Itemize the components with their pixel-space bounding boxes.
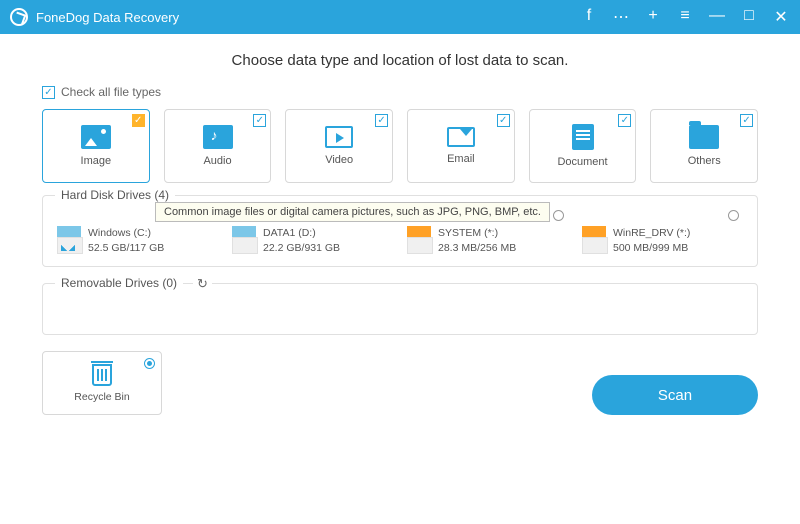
trash-icon <box>92 364 112 386</box>
close-icon[interactable]: ✕ <box>772 7 790 27</box>
type-label: Video <box>325 154 353 166</box>
maximize-icon[interactable]: □ <box>740 7 758 27</box>
titlebar: FoneDog Data Recovery f ⋯ + ≡ — □ ✕ <box>0 0 800 34</box>
recycle-label: Recycle Bin <box>74 391 129 403</box>
drive-text: SYSTEM (*:)28.3 MB/256 MB <box>438 226 516 256</box>
image-icon <box>81 125 111 149</box>
add-icon[interactable]: + <box>644 7 662 27</box>
menu-icon[interactable]: ≡ <box>676 7 694 27</box>
hdd-section-title: Hard Disk Drives (4) <box>55 188 175 202</box>
type-checkbox[interactable]: ✓ <box>253 114 266 127</box>
feedback-icon[interactable]: ⋯ <box>612 7 630 27</box>
type-card-video[interactable]: ✓ Video <box>285 109 393 183</box>
drive-radio[interactable] <box>728 210 739 221</box>
app-title: FoneDog Data Recovery <box>36 10 580 25</box>
removable-section: Removable Drives (0) ↻ <box>42 283 758 335</box>
disk-icon <box>407 226 431 252</box>
type-label: Email <box>447 153 475 165</box>
drive-text: WinRE_DRV (*:)500 MB/999 MB <box>613 226 690 256</box>
type-card-image[interactable]: ✓ Image <box>42 109 150 183</box>
scan-button[interactable]: Scan <box>592 375 758 415</box>
page-heading: Choose data type and location of lost da… <box>42 52 758 69</box>
app-logo-icon <box>10 8 28 26</box>
drive-text: Windows (C:)52.5 GB/117 GB <box>88 226 164 256</box>
doc-icon <box>572 124 594 150</box>
recycle-bin-card[interactable]: Recycle Bin <box>42 351 162 415</box>
minimize-icon[interactable]: — <box>708 7 726 27</box>
video-icon <box>325 126 353 148</box>
check-all-label: Check all file types <box>61 85 161 99</box>
type-card-email[interactable]: ✓ Email <box>407 109 515 183</box>
type-label: Image <box>81 155 112 167</box>
type-card-doc[interactable]: ✓ Document <box>529 109 637 183</box>
refresh-icon[interactable]: ↻ <box>193 276 212 292</box>
disk-icon <box>232 226 256 252</box>
type-card-folder[interactable]: ✓ Others <box>650 109 758 183</box>
check-all-checkbox[interactable]: ✓ <box>42 86 55 99</box>
type-checkbox[interactable]: ✓ <box>375 114 388 127</box>
recycle-radio[interactable] <box>144 358 155 369</box>
type-label: Others <box>688 155 721 167</box>
audio-icon <box>203 125 233 149</box>
drive-radio[interactable] <box>553 210 564 221</box>
disk-icon <box>57 226 81 252</box>
window-controls: f ⋯ + ≡ — □ ✕ <box>580 7 790 27</box>
file-type-row: ✓ Image✓ Audio✓ Video✓ Email✓ Document✓ … <box>42 109 758 183</box>
type-checkbox[interactable]: ✓ <box>618 114 631 127</box>
type-card-audio[interactable]: ✓ Audio <box>164 109 272 183</box>
facebook-icon[interactable]: f <box>580 7 598 27</box>
removable-section-title: Removable Drives (0) <box>55 276 183 290</box>
disk-icon <box>582 226 606 252</box>
check-all-types[interactable]: ✓ Check all file types <box>42 85 758 99</box>
drive-text: DATA1 (D:)22.2 GB/931 GB <box>263 226 340 256</box>
type-checkbox[interactable]: ✓ <box>132 114 145 127</box>
type-label: Document <box>557 156 607 168</box>
type-label: Audio <box>203 155 231 167</box>
type-checkbox[interactable]: ✓ <box>740 114 753 127</box>
email-icon <box>447 127 475 147</box>
type-tooltip: Common image files or digital camera pic… <box>155 202 550 222</box>
type-checkbox[interactable]: ✓ <box>497 114 510 127</box>
folder-icon <box>689 125 719 149</box>
drive-item[interactable]: WinRE_DRV (*:)500 MB/999 MB <box>582 210 743 256</box>
